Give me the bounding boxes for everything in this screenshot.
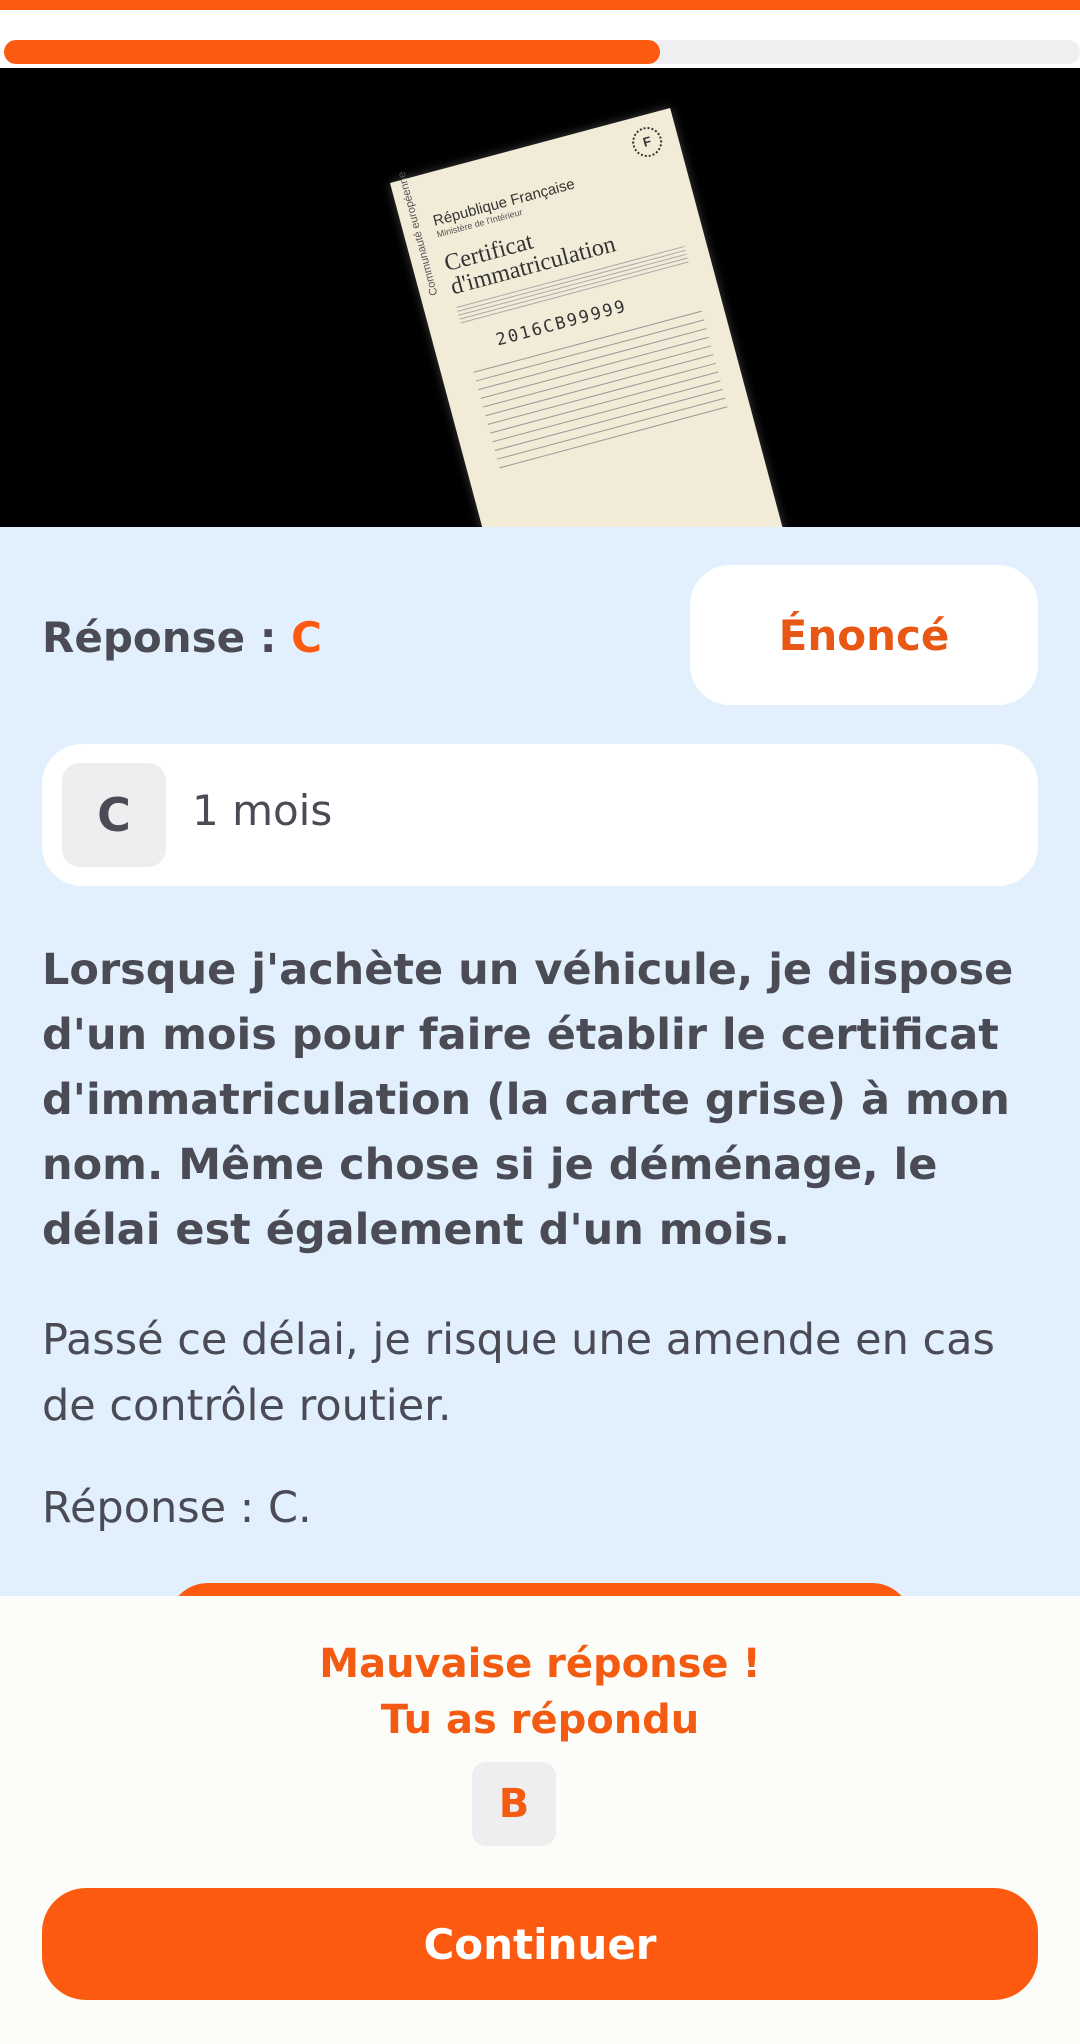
registration-certificate-picture: F Communauté européenne République Franç… xyxy=(390,107,792,527)
continue-button[interactable]: Continuer xyxy=(42,1888,1038,2000)
quiz-progress-bar xyxy=(4,40,1080,64)
result-you-answered-text: Tu as répondu xyxy=(380,1697,700,1743)
top-accent-strip xyxy=(0,0,1080,10)
answer-label-text: Réponse : xyxy=(42,613,292,662)
result-wrong-text: Mauvaise réponse ! xyxy=(319,1641,761,1687)
answer-letter: C xyxy=(291,613,322,662)
result-bottom-sheet: Mauvaise réponse ! Tu as répondu B Conti… xyxy=(0,1596,1080,2044)
result-message: Mauvaise réponse ! Tu as répondu xyxy=(0,1636,1080,1748)
correct-choice-card: C 1 mois xyxy=(42,744,1038,886)
question-image: F Communauté européenne République Franç… xyxy=(0,68,1080,527)
answer-header-row: Réponse : C Énoncé xyxy=(0,565,1080,705)
enonce-button[interactable]: Énoncé xyxy=(690,565,1038,705)
doc-side-text: Communauté européenne xyxy=(395,170,441,297)
given-answer-badge: B xyxy=(472,1762,556,1846)
explanation-bold: Lorsque j'achète un véhicule, je dispose… xyxy=(42,945,1014,1255)
answer-label: Réponse : C xyxy=(42,613,322,662)
choice-text: 1 mois xyxy=(192,786,333,835)
explanation-answer: Réponse : C. xyxy=(42,1483,312,1533)
choice-letter-badge: C xyxy=(62,763,166,867)
quiz-progress-fill xyxy=(4,40,661,64)
explanation-paragraph: Passé ce délai, je risque une amende en … xyxy=(42,1315,995,1431)
